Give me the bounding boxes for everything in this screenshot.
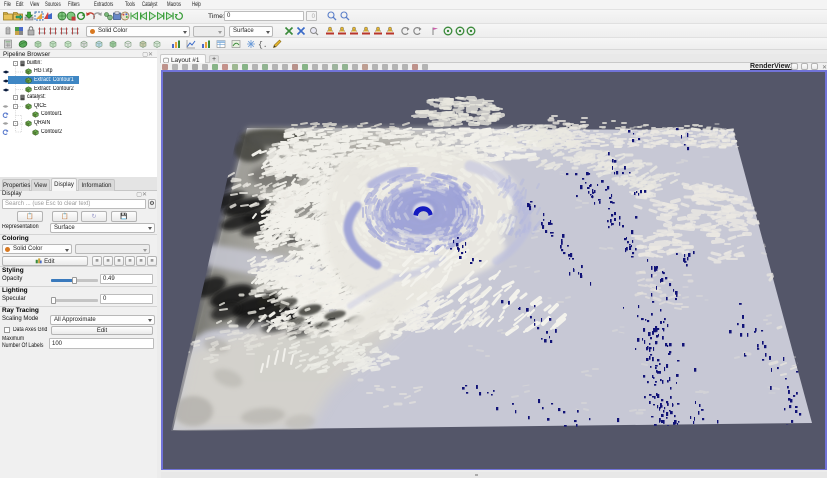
svg-text:{..}: {..}	[258, 41, 267, 49]
